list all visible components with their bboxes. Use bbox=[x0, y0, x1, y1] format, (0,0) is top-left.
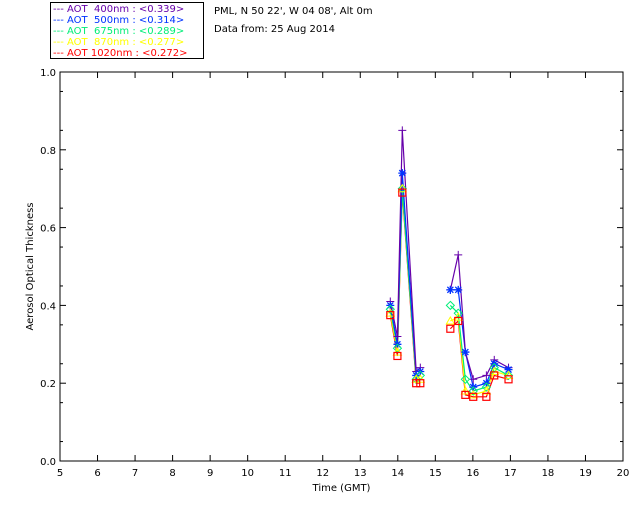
x-tick-label: 19 bbox=[579, 468, 592, 479]
x-tick-label: 17 bbox=[504, 468, 517, 479]
data-point-asterisk bbox=[461, 348, 470, 357]
plot-frame bbox=[59, 71, 624, 462]
y-tick-label: 0.6 bbox=[40, 224, 56, 235]
series-line bbox=[450, 316, 509, 396]
x-tick-label: 15 bbox=[429, 468, 442, 479]
y-tick-label: 0.0 bbox=[40, 457, 56, 468]
y-axis-label: Aerosol Optical Thickness bbox=[25, 202, 36, 330]
x-tick-label: 12 bbox=[316, 468, 329, 479]
series-line bbox=[449, 304, 509, 392]
data-point-asterisk bbox=[454, 285, 463, 294]
x-tick-label: 8 bbox=[169, 468, 175, 479]
x-tick-label: 13 bbox=[354, 468, 367, 479]
x-tick-label: 6 bbox=[94, 468, 100, 479]
data-point-plus bbox=[398, 126, 407, 135]
x-tick-label: 10 bbox=[241, 468, 254, 479]
y-tick-label: 1.0 bbox=[40, 68, 56, 79]
data-point-plus bbox=[454, 250, 463, 259]
x-tick-label: 9 bbox=[207, 468, 213, 479]
y-tick-label: 0.2 bbox=[40, 379, 56, 390]
series-line bbox=[389, 173, 421, 377]
x-tick-label: 20 bbox=[617, 468, 630, 479]
aot-chart: 5 6 7 8 9 10 11 12 13 14 15 16 17 18 19 20 0.0 0.2 0.4 0.6 0… bbox=[25, 68, 630, 494]
x-tick-label: 16 bbox=[466, 468, 479, 479]
x-tick-label: 11 bbox=[279, 468, 292, 479]
data-point-plus bbox=[482, 371, 491, 380]
x-axis-label: Time (GMT) bbox=[312, 483, 371, 494]
data-point-asterisk bbox=[446, 285, 455, 294]
x-tick-label: 5 bbox=[57, 468, 63, 479]
y-tick-label: 0.4 bbox=[40, 301, 56, 312]
x-tick-label: 7 bbox=[132, 468, 138, 479]
x-tick-label: 14 bbox=[391, 468, 404, 479]
y-tick-label: 0.8 bbox=[40, 146, 56, 157]
data-point-asterisk bbox=[398, 169, 407, 178]
x-tick-label: 18 bbox=[542, 468, 555, 479]
